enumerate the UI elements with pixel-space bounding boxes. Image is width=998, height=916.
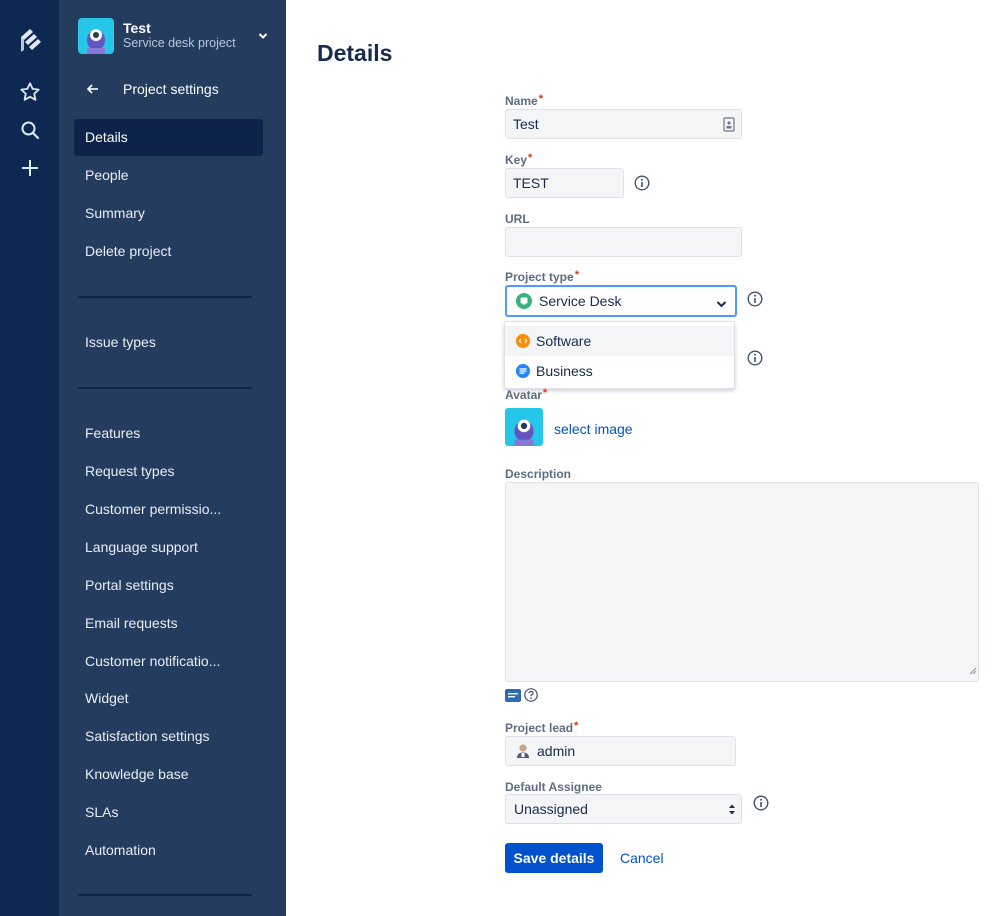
project-lead-value: admin: [537, 743, 576, 759]
sidebar-item-people[interactable]: People: [74, 157, 263, 194]
select-image-link[interactable]: select image: [554, 421, 633, 437]
project-type-label: Service desk project: [123, 36, 236, 50]
global-navigation-rail: [0, 0, 59, 916]
plus-icon[interactable]: [0, 153, 59, 183]
jira-logo-icon[interactable]: [0, 26, 59, 56]
sidebar-item-customer-notifications[interactable]: Customer notificatio...: [74, 643, 263, 680]
sidebar-item-request-types[interactable]: Request types: [74, 453, 263, 490]
sidebar-item-email-requests[interactable]: Email requests: [74, 605, 263, 642]
wiki-markup-icon[interactable]: [505, 689, 521, 707]
name-label: Name*: [505, 93, 543, 108]
sidebar-item-satisfaction-settings[interactable]: Satisfaction settings: [74, 718, 263, 755]
description-textarea[interactable]: [505, 482, 979, 682]
description-label: Description: [505, 467, 572, 481]
sidebar-item-details[interactable]: Details: [74, 119, 263, 156]
project-switcher[interactable]: Test Service desk project: [78, 17, 273, 55]
arrow-left-icon: [78, 83, 108, 95]
key-label: Key*: [505, 152, 533, 167]
info-icon[interactable]: [753, 795, 769, 811]
option-business[interactable]: Business: [505, 356, 734, 386]
sidebar-item-delete-project[interactable]: Delete project: [74, 233, 263, 270]
url-label: URL: [505, 212, 530, 226]
sidebar-item-language-support[interactable]: Language support: [74, 529, 263, 566]
option-label: Software: [536, 333, 592, 349]
sidebar-item-portal-settings[interactable]: Portal settings: [74, 567, 263, 604]
sidebar-item-widget[interactable]: Widget: [74, 680, 263, 717]
project-type-dropdown: Software Business: [504, 321, 735, 389]
search-icon[interactable]: [0, 115, 59, 145]
sidebar-item-automation[interactable]: Automation: [74, 832, 263, 869]
select-arrows-icon: [728, 803, 736, 819]
info-icon[interactable]: [747, 350, 763, 366]
back-to-project-settings[interactable]: Project settings: [78, 76, 268, 102]
name-value: Test: [513, 116, 539, 132]
key-field[interactable]: TEST: [505, 168, 624, 198]
autofill-icon[interactable]: [723, 117, 735, 135]
option-software[interactable]: Software: [505, 326, 734, 356]
star-icon[interactable]: [0, 77, 59, 107]
url-field[interactable]: [505, 227, 742, 257]
sidebar-divider: [78, 296, 252, 298]
save-details-button[interactable]: Save details: [505, 843, 603, 873]
avatar-label: Avatar*: [505, 387, 548, 402]
sidebar-item-knowledge-base[interactable]: Knowledge base: [74, 756, 263, 793]
service-desk-icon: [516, 293, 532, 309]
info-icon[interactable]: [747, 291, 763, 307]
default-assignee-label: Default Assignee: [505, 780, 602, 794]
resize-handle-icon[interactable]: [968, 662, 977, 680]
project-avatar-preview: [505, 408, 543, 446]
name-field[interactable]: Test: [505, 109, 742, 139]
chevron-down-icon[interactable]: [257, 29, 269, 47]
project-lead-field[interactable]: admin: [505, 736, 736, 766]
option-label: Business: [536, 363, 593, 379]
business-icon: [516, 364, 530, 378]
cancel-link[interactable]: Cancel: [620, 850, 664, 866]
key-value: TEST: [513, 175, 549, 191]
sidebar-item-customer-permissions[interactable]: Customer permissio...: [74, 491, 263, 528]
default-assignee-value: Unassigned: [514, 801, 588, 817]
page-title: Details: [317, 40, 393, 66]
software-icon: [516, 334, 530, 348]
sidebar-divider: [78, 894, 252, 896]
help-icon[interactable]: [524, 688, 538, 707]
sidebar-item-slas[interactable]: SLAs: [74, 794, 263, 831]
sidebar-item-issue-types[interactable]: Issue types: [74, 324, 263, 361]
project-name: Test: [123, 20, 151, 36]
default-assignee-select[interactable]: Unassigned: [505, 794, 742, 824]
project-avatar: [78, 18, 114, 54]
user-avatar-icon: [516, 743, 530, 759]
sidebar-divider: [78, 387, 252, 389]
project-type-select[interactable]: Service Desk: [505, 285, 737, 317]
info-icon[interactable]: [634, 175, 650, 191]
project-settings-heading: Project settings: [123, 81, 219, 97]
project-type-value: Service Desk: [539, 293, 622, 309]
project-sidebar: Test Service desk project Project settin…: [59, 0, 286, 916]
sidebar-item-summary[interactable]: Summary: [74, 195, 263, 232]
project-type-label: Project type*: [505, 269, 579, 284]
chevron-down-icon: [716, 296, 727, 312]
sidebar-item-features[interactable]: Features: [74, 415, 263, 452]
project-lead-label: Project lead*: [505, 720, 579, 735]
